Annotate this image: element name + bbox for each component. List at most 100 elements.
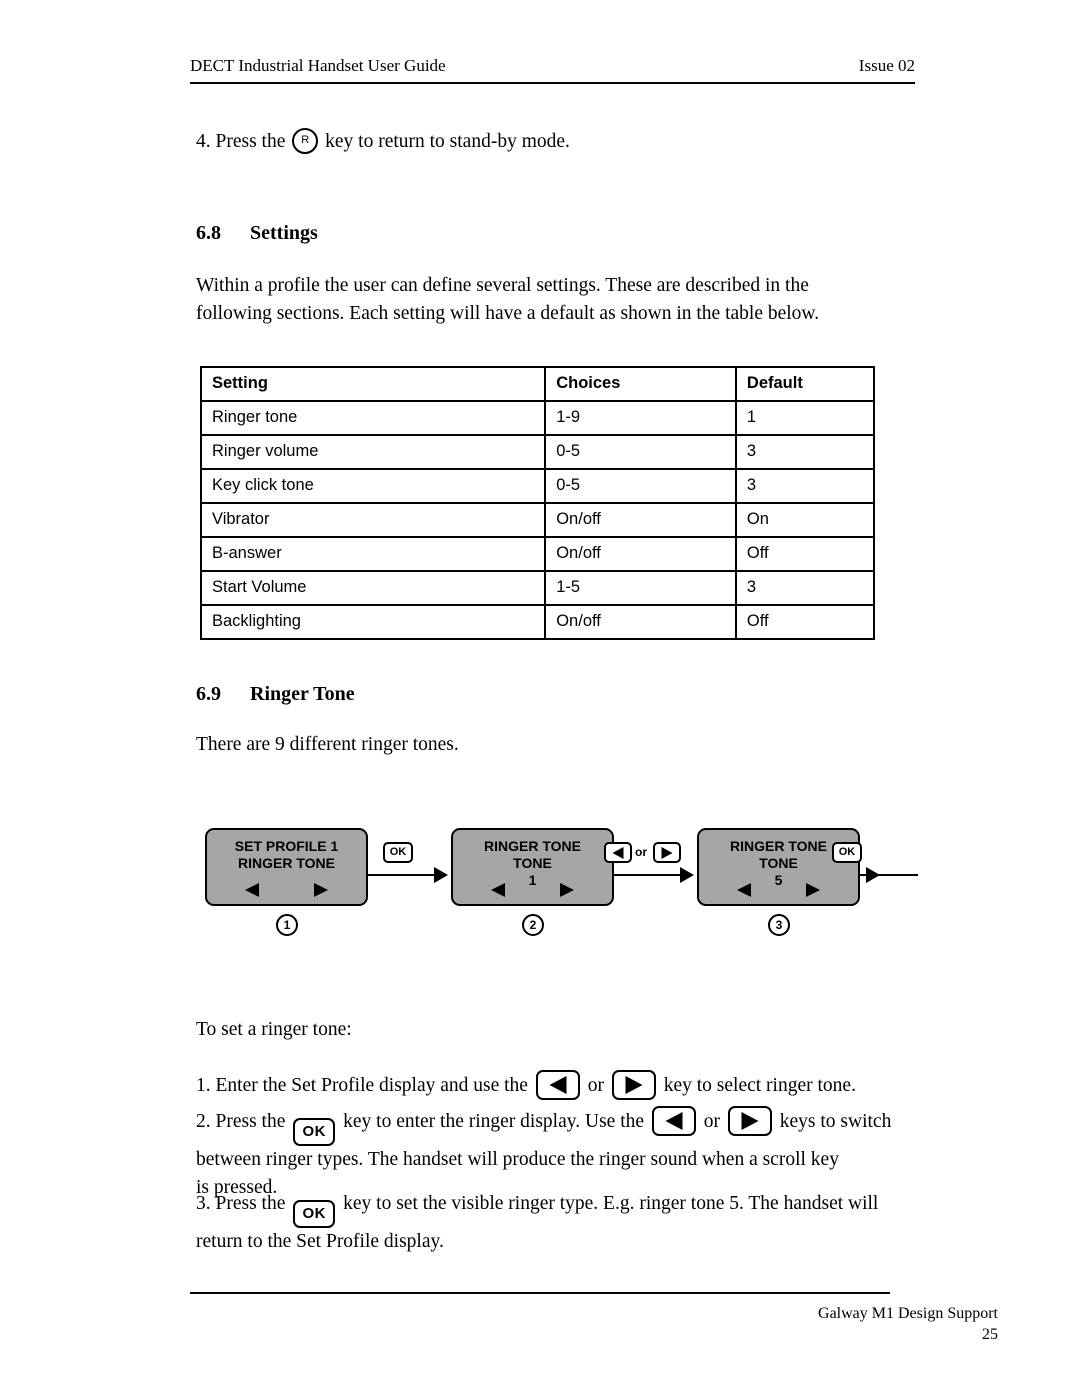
instruction-step-2-line2: between ringer types. The handset will p… xyxy=(196,1149,839,1170)
cell-setting: Start Volume xyxy=(199,570,547,606)
instructions-lead-in: To set a ringer tone: xyxy=(196,1019,352,1040)
left-arrow-icon xyxy=(612,846,624,859)
settings-paragraph: Within a profile the user can define sev… xyxy=(196,272,896,328)
heading-6-8-title: Settings xyxy=(250,222,318,244)
lcd-panel-3-softkeys xyxy=(699,881,858,897)
ok-key-icon: OK xyxy=(293,1118,336,1146)
lcd-panel-1-softkeys xyxy=(207,881,366,897)
cell-choices: On/off xyxy=(544,502,737,538)
heading-6-9-title: Ringer Tone xyxy=(250,683,355,705)
settings-paragraph-line2: following sections. Each setting will ha… xyxy=(196,303,820,324)
instruction-step-2-part2: key to enter the ringer display. Use the xyxy=(343,1111,645,1132)
flow-ok-key-1: OK xyxy=(383,842,413,863)
cell-default: 1 xyxy=(734,400,876,436)
ok-key-label: OK xyxy=(302,1205,326,1222)
document-header: DECT Industrial Handset User Guide Issue… xyxy=(190,56,915,84)
scroll-right-arrow-icon xyxy=(314,883,328,897)
table-row: B-answer On/off Off xyxy=(199,536,876,572)
scroll-right-arrow-icon xyxy=(560,883,574,897)
cell-setting: Backlighting xyxy=(199,604,547,640)
instruction-step-1-suffix: key to select ringer tone. xyxy=(663,1075,856,1096)
flow-step-marker-3: 3 xyxy=(768,914,790,936)
table-row: Backlighting On/off Off xyxy=(199,604,876,640)
document-page: DECT Industrial Handset User Guide Issue… xyxy=(0,0,1080,1397)
cell-default: 3 xyxy=(734,468,876,504)
lcd-line: RINGER TONE xyxy=(238,855,335,871)
flow-ok-key-2: OK xyxy=(832,842,862,863)
ok-key-label: OK xyxy=(302,1123,326,1140)
cell-default: On xyxy=(734,502,876,538)
footer-credit: Galway M1 Design Support xyxy=(818,1305,998,1322)
column-header-choices: Choices xyxy=(544,366,737,402)
intro-step-paragraph: 4. Press the R key to return to stand-by… xyxy=(196,128,896,156)
flow-arrow-line-1 xyxy=(368,874,436,876)
instruction-step-3-suffix: key to set the visible ringer type. E.g.… xyxy=(343,1193,879,1214)
right-arrow-icon xyxy=(661,846,673,859)
scroll-left-arrow-icon xyxy=(491,883,505,897)
cell-choices: 1-9 xyxy=(544,400,737,436)
header-title: DECT Industrial Handset User Guide xyxy=(190,56,446,75)
lcd-panel-1: SET PROFILE 1 RINGER TONE xyxy=(205,828,368,906)
heading-6-8-number: 6.8 xyxy=(196,222,221,244)
settings-paragraph-line1: Within a profile the user can define sev… xyxy=(196,275,809,296)
heading-6-9: 6.9 Ringer Tone xyxy=(196,681,355,707)
intro-step-prefix: 4. Press the xyxy=(196,131,286,152)
heading-6-8: 6.8 Settings xyxy=(196,220,318,246)
instruction-step-1: 1. Enter the Set Profile display and use… xyxy=(196,1070,926,1100)
cell-choices: On/off xyxy=(544,604,737,640)
flow-arrow-head-3 xyxy=(866,867,880,883)
cell-setting: Key click tone xyxy=(199,468,547,504)
cell-default: Off xyxy=(734,604,876,640)
scroll-left-arrow-icon xyxy=(245,883,259,897)
instruction-step-3-line2: return to the Set Profile display. xyxy=(196,1231,444,1252)
flow-left-arrow-key xyxy=(604,842,632,863)
cell-setting: Ringer tone xyxy=(199,400,547,436)
scroll-right-arrow-icon xyxy=(806,883,820,897)
lcd-line: SET PROFILE 1 xyxy=(234,838,339,854)
lcd-line: RINGER TONE xyxy=(484,838,581,854)
table-row: Vibrator On/off On xyxy=(199,502,876,538)
cell-setting: Ringer volume xyxy=(199,434,547,470)
instruction-step-3-prefix: 3. Press the xyxy=(196,1193,286,1214)
flow-arrow-head-2 xyxy=(680,867,694,883)
recall-key-label: R xyxy=(301,134,310,146)
lcd-panel-1-text: SET PROFILE 1 RINGER TONE xyxy=(207,838,366,872)
cell-setting: B-answer xyxy=(199,536,547,572)
instruction-step-3: 3. Press the OK key to set the visible r… xyxy=(196,1190,926,1256)
flow-step-marker-1: 1 xyxy=(276,914,298,936)
header-issue: Issue 02 xyxy=(858,56,915,75)
instruction-step-1-prefix: 1. Enter the Set Profile display and use… xyxy=(196,1075,528,1096)
cell-choices: 1-5 xyxy=(544,570,737,606)
instruction-step-2-joiner: or xyxy=(703,1111,721,1132)
cell-choices: On/off xyxy=(544,536,737,572)
right-arrow-icon xyxy=(741,1112,759,1130)
column-header-setting: Setting xyxy=(199,366,547,402)
cell-default: 3 xyxy=(734,570,876,606)
column-header-default: Default xyxy=(734,366,876,402)
ringer-tone-flow-diagram: SET PROFILE 1 RINGER TONE 1 OK RINGER TO… xyxy=(198,818,918,963)
scroll-left-arrow-icon xyxy=(737,883,751,897)
table-row: Start Volume 1-5 3 xyxy=(199,570,876,606)
table-row: Ringer tone 1-9 1 xyxy=(199,400,876,436)
left-arrow-icon xyxy=(665,1112,683,1130)
flow-or-label-2: or xyxy=(635,845,647,859)
lcd-panel-3: RINGER TONE TONE 5 xyxy=(697,828,860,906)
footer-page-number: 25 xyxy=(982,1326,998,1343)
table-row: Key click tone 0-5 3 xyxy=(199,468,876,504)
instruction-step-2-part3: keys to switch xyxy=(779,1111,892,1132)
table-header-row: Setting Choices Default xyxy=(199,366,876,402)
instruction-step-2-part1: 2. Press the xyxy=(196,1111,286,1132)
flow-right-arrow-key xyxy=(653,842,681,863)
ringer-tone-paragraph: There are 9 different ringer tones. xyxy=(196,734,459,755)
right-arrow-icon xyxy=(625,1076,643,1094)
cell-setting: Vibrator xyxy=(199,502,547,538)
intro-step-suffix: key to return to stand-by mode. xyxy=(325,131,570,152)
left-arrow-key-icon xyxy=(651,1106,696,1136)
instruction-step-2: 2. Press the OK key to enter the ringer … xyxy=(196,1106,926,1202)
cell-choices: 0-5 xyxy=(544,468,737,504)
heading-6-9-number: 6.9 xyxy=(196,683,221,705)
left-arrow-key-icon xyxy=(535,1070,580,1100)
flow-arrow-head-1 xyxy=(434,867,448,883)
recall-key-icon: R xyxy=(292,128,319,154)
cell-default: 3 xyxy=(734,434,876,470)
